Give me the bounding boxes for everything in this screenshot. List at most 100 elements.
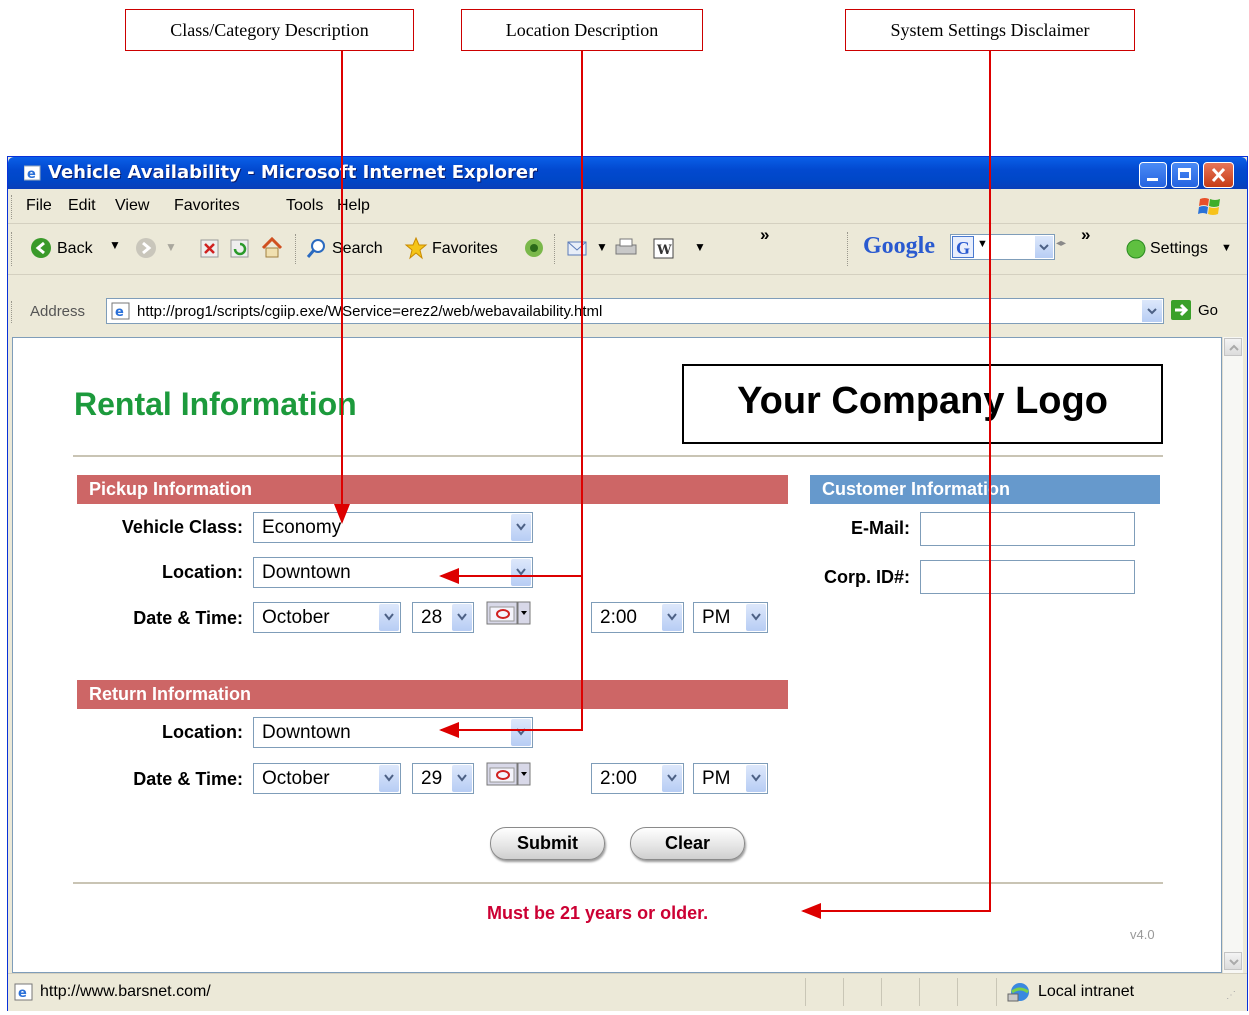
menu-file[interactable]: File <box>26 197 52 215</box>
page-status-icon: e <box>14 983 33 1001</box>
address-bar: Address e http://prog1/scripts/cgiip.exe… <box>8 297 1247 327</box>
svg-text:e: e <box>18 986 27 1001</box>
vehicle-class-select[interactable]: Economy <box>253 512 533 543</box>
media-icon[interactable] <box>523 237 545 259</box>
pickup-time-select[interactable]: 2:00 <box>591 602 684 633</box>
menu-edit[interactable]: Edit <box>68 197 96 215</box>
pickup-month-select[interactable]: October <box>253 602 401 633</box>
svg-text:e: e <box>115 305 124 320</box>
callout-location: Location Description <box>461 9 703 51</box>
minimize-button[interactable] <box>1139 162 1167 188</box>
return-ampm-value: PM <box>702 768 731 789</box>
email-label: E-Mail: <box>850 518 910 538</box>
menu-favorites[interactable]: Favorites <box>174 197 240 215</box>
submit-button[interactable]: Submit <box>490 827 605 860</box>
pickup-ampm-value: PM <box>702 607 731 628</box>
calendar-icon[interactable] <box>486 762 531 788</box>
page-ie-icon: e <box>111 302 130 320</box>
vertical-scrollbar[interactable] <box>1222 337 1243 973</box>
scroll-up-button[interactable] <box>1224 338 1242 356</box>
settings-green-icon <box>1126 239 1146 259</box>
forward-arrow-icon <box>136 238 156 258</box>
chevron-down-icon <box>1229 959 1239 966</box>
edit-dropdown-icon[interactable]: ▼ <box>694 240 706 254</box>
corp-id-field[interactable] <box>920 560 1135 594</box>
settings-button[interactable]: Settings <box>1150 240 1208 258</box>
disclaimer-text: Must be 21 years or older. <box>487 903 709 923</box>
return-time-value: 2:00 <box>600 768 637 789</box>
pickup-datetime-label: Date & Time: <box>133 608 243 628</box>
refresh-icon[interactable] <box>230 239 250 259</box>
chevron-down-icon <box>379 604 399 631</box>
return-location-select[interactable]: Downtown <box>253 717 533 748</box>
close-button[interactable] <box>1203 162 1234 188</box>
return-day-value: 29 <box>421 768 443 789</box>
customer-header: Customer Information <box>810 475 1160 504</box>
chevron-down-icon <box>662 604 682 631</box>
forward-button[interactable]: ▼ <box>135 237 177 264</box>
company-logo-text: Your Company Logo <box>737 380 1108 422</box>
address-url: http://prog1/scripts/cgiip.exe/WService=… <box>137 303 603 320</box>
chevron-down-icon <box>452 765 472 792</box>
mail-icon[interactable] <box>566 237 592 259</box>
pickup-month-value: October <box>262 607 330 628</box>
chevron-down-icon <box>662 765 682 792</box>
word-edit-icon[interactable]: W <box>653 238 675 260</box>
resize-handle-icon[interactable]: ◂▸ <box>1056 238 1066 249</box>
menu-tools[interactable]: Tools <box>286 197 323 215</box>
return-time-select[interactable]: 2:00 <box>591 763 684 794</box>
toolbar: Back ▼ ▼ Search Favorites ▼ W ▼ » Google… <box>8 224 1247 275</box>
settings-dropdown-icon[interactable]: ▼ <box>1221 242 1232 254</box>
callout-system-settings: System Settings Disclaimer <box>845 9 1135 51</box>
menu-help[interactable]: Help <box>337 197 370 215</box>
pickup-location-select[interactable]: Downtown <box>253 557 533 588</box>
favorites-button[interactable]: Favorites <box>432 240 498 258</box>
forward-dropdown-icon: ▼ <box>165 240 177 254</box>
chevron-down-icon <box>452 604 472 631</box>
address-label: Address <box>30 303 86 320</box>
ie-icon: e <box>24 165 41 182</box>
toolbar-chevron[interactable]: » <box>760 225 769 245</box>
return-location-label: Location: <box>162 722 243 742</box>
home-icon[interactable] <box>260 236 284 260</box>
svg-text:e: e <box>27 167 36 182</box>
top-divider <box>73 455 1163 457</box>
stop-icon[interactable] <box>200 239 220 259</box>
google-chevron[interactable]: » <box>1081 225 1090 245</box>
page-content: Rental Information Your Company Logo Pic… <box>12 337 1222 973</box>
pickup-header: Pickup Information <box>77 475 788 504</box>
email-field[interactable] <box>920 512 1135 546</box>
pickup-day-select[interactable]: 28 <box>412 602 474 633</box>
chevron-down-icon <box>511 719 531 746</box>
back-dropdown-icon: ▼ <box>109 238 121 252</box>
vehicle-class-label: Vehicle Class: <box>121 517 243 537</box>
address-dropdown-button[interactable] <box>1142 300 1162 322</box>
vehicle-class-value: Economy <box>262 517 342 538</box>
maximize-button[interactable] <box>1171 162 1199 188</box>
pickup-location-value: Downtown <box>262 562 351 583</box>
return-ampm-select[interactable]: PM <box>693 763 768 794</box>
return-location-value: Downtown <box>262 722 351 743</box>
scroll-down-button[interactable] <box>1224 952 1242 970</box>
favorites-star-icon[interactable] <box>404 236 428 260</box>
status-url: http://www.barsnet.com/ <box>40 983 211 1000</box>
go-label: Go <box>1198 302 1219 319</box>
back-label: Back <box>57 240 93 257</box>
print-icon[interactable] <box>614 237 638 259</box>
google-search-dropdown[interactable]: G ▼ <box>950 234 1055 260</box>
close-icon <box>1211 167 1226 183</box>
windows-flag-icon <box>1198 198 1220 215</box>
search-button[interactable]: Search <box>332 240 383 258</box>
return-month-value: October <box>262 768 330 789</box>
return-day-select[interactable]: 29 <box>412 763 474 794</box>
search-icon[interactable] <box>306 237 328 259</box>
chevron-up-icon <box>1229 344 1239 351</box>
menu-view[interactable]: View <box>115 197 149 215</box>
calendar-icon[interactable] <box>486 601 531 627</box>
return-month-select[interactable]: October <box>253 763 401 794</box>
pickup-ampm-select[interactable]: PM <box>693 602 768 633</box>
mail-dropdown-icon[interactable]: ▼ <box>596 240 608 254</box>
clear-button[interactable]: Clear <box>630 827 745 860</box>
address-input[interactable]: e http://prog1/scripts/cgiip.exe/WServic… <box>106 298 1164 324</box>
resize-grip-icon[interactable]: ⋰ <box>1226 990 1236 1001</box>
